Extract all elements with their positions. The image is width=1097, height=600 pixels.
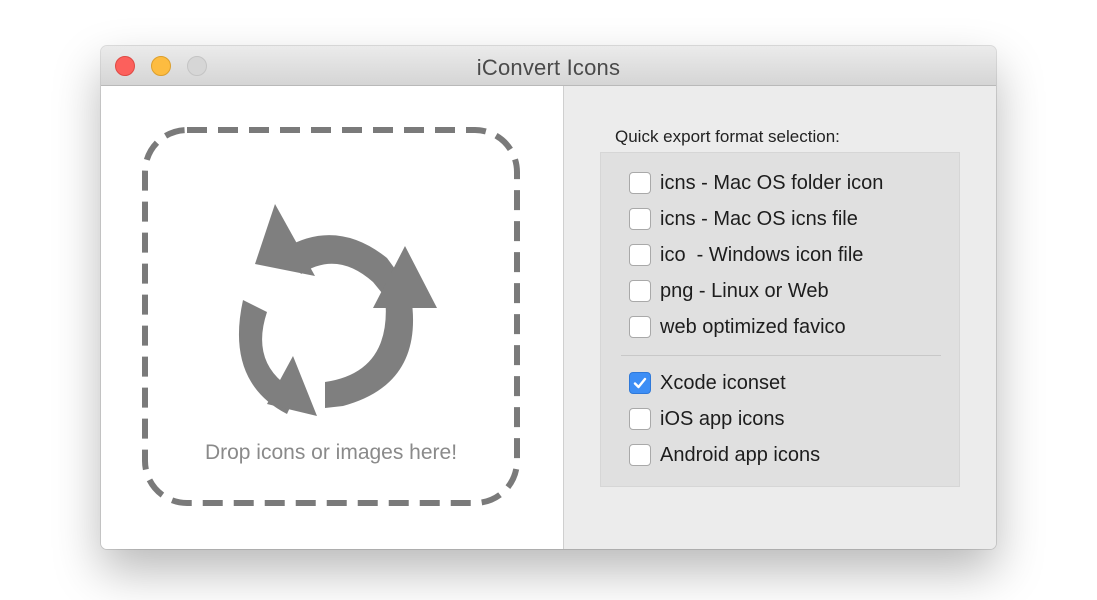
checkbox[interactable] (629, 280, 651, 302)
option-png-linux-web[interactable]: png - Linux or Web (629, 279, 829, 303)
drop-pane: Drop icons or images here! (101, 86, 564, 549)
screen: iConvert Icons Drop icons or images here… (0, 0, 1097, 600)
option-android-app-icons[interactable]: Android app icons (629, 443, 820, 467)
option-label: ico - Windows icon file (660, 243, 864, 266)
refresh-icon (238, 204, 437, 416)
checkmark-icon (633, 377, 647, 389)
window-title: iConvert Icons (476, 55, 621, 80)
drop-hint-text: Drop icons or images here! (204, 441, 458, 464)
option-label: web optimized favico (660, 315, 846, 338)
checkbox[interactable] (629, 444, 651, 466)
checkbox[interactable] (629, 244, 651, 266)
option-label: icns - Mac OS icns file (660, 207, 858, 230)
export-pane: Quick export format selection: icns - Ma… (564, 86, 996, 549)
option-ios-app-icons[interactable]: iOS app icons (629, 407, 785, 431)
checkbox[interactable] (629, 172, 651, 194)
export-section-label: Quick export format selection: (615, 127, 840, 146)
checkbox[interactable] (629, 208, 651, 230)
option-label: Android app icons (660, 443, 821, 466)
export-options-group: icns - Mac OS folder icon icns - Mac OS … (600, 152, 960, 487)
checkbox-checked[interactable] (629, 372, 651, 394)
option-icns-folder[interactable]: icns - Mac OS folder icon (629, 171, 883, 195)
option-label: Xcode iconset (660, 371, 786, 394)
option-label: png - Linux or Web (660, 279, 829, 302)
option-ico-windows[interactable]: ico - Windows icon file (629, 243, 863, 267)
checkbox[interactable] (629, 408, 651, 430)
option-label: icns - Mac OS folder icon (660, 171, 884, 194)
app-window: iConvert Icons Drop icons or images here… (101, 46, 996, 549)
option-label: iOS app icons (660, 407, 785, 430)
option-icns-file[interactable]: icns - Mac OS icns file (629, 207, 858, 231)
options-separator (621, 355, 941, 356)
checkbox[interactable] (629, 316, 651, 338)
drop-zone[interactable]: Drop icons or images here! (141, 126, 521, 507)
title-bar[interactable]: iConvert Icons (101, 46, 996, 86)
option-xcode-iconset[interactable]: Xcode iconset (629, 371, 786, 395)
option-web-favico[interactable]: web optimized favico (629, 315, 846, 339)
